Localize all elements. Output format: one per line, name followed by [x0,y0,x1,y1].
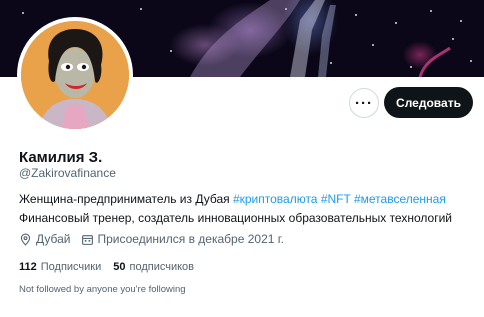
bio-line-1: Женщина-предприниматель из Дубая #крипто… [19,190,469,209]
more-options-button[interactable]: ··· [349,88,379,118]
profile-meta: Дубай Присоединился в декабре 2021 г. [19,232,294,246]
hashtag-link[interactable]: #NFT [321,192,351,206]
joined-item: Присоединился в декабре 2021 г. [81,232,285,246]
hashtag-link[interactable]: #криптовалюта [233,192,318,206]
followers-label: Подписчики [40,261,102,273]
display-name: Камилия З. [19,149,103,166]
follow-button[interactable]: Следовать [384,87,473,118]
hashtag-link[interactable]: #метавселенная [354,192,446,206]
followed-by-notice: Not followed by anyone you're following [19,284,186,295]
joined-text: Присоединился в декабре 2021 г. [97,232,285,246]
profile-avatar[interactable] [17,17,133,133]
location-item: Дубай [19,232,71,246]
following-link[interactable]: 50 подписчиков [113,261,194,273]
user-handle: @Zakirovafinance [19,166,116,180]
location-pin-icon [20,233,31,246]
calendar-icon [81,234,93,245]
profile-stats: 112 Подписчики 50 подписчиков [19,261,206,273]
more-options-icon: ··· [355,94,373,112]
following-label: подписчиков [129,261,195,273]
following-count: 50 [113,261,126,273]
followers-count: 112 [19,261,37,273]
followers-link[interactable]: 112 Подписчики [19,261,101,273]
profile-bio: Женщина-предприниматель из Дубая #крипто… [19,190,469,228]
avatar-illustration [21,21,129,129]
bio-line-2: Финансовый тренер, создатель инновационн… [19,211,452,225]
bio-line-1-text: Женщина-предприниматель из Дубая [19,192,233,206]
location-text: Дубай [36,232,71,246]
